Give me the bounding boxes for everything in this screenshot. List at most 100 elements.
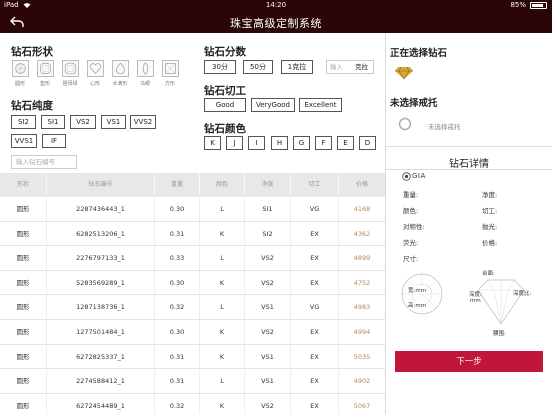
color-chip-g[interactable]: G xyxy=(293,136,310,150)
table-row[interactable]: 圆形 6272454489_1 0.32 K VS2 EX 5067 xyxy=(0,393,385,414)
table-cell: VS1 xyxy=(245,295,291,320)
next-step-button[interactable]: 下一步 xyxy=(395,351,543,372)
clarity-chip-vs1[interactable]: VS1 xyxy=(101,115,126,129)
shape-label: 马眼 xyxy=(139,81,150,87)
table-cell: VS1 xyxy=(245,344,291,369)
cut-chip-excellent[interactable]: Excellent xyxy=(299,98,342,112)
table-cell: 2276797133_1 xyxy=(47,246,155,271)
col-clarity: 净度 xyxy=(245,173,291,197)
shape-section-title: 钻石形状 xyxy=(11,46,53,58)
carat-input[interactable]: 输入 克拉 xyxy=(326,60,374,74)
table-row[interactable]: 圆形 6282513206_1 0.31 K SI2 EX 4362 xyxy=(0,221,385,247)
shape-option-cushion[interactable]: 垫形 xyxy=(34,60,56,87)
table-row[interactable]: 圆形 2274588412_1 0.31 L VS1 EX 4902 xyxy=(0,369,385,394)
cut-chip-verygood[interactable]: VeryGood xyxy=(251,98,295,112)
cushion-shape-icon xyxy=(36,60,54,77)
color-chip-f[interactable]: F xyxy=(315,136,332,150)
table-cell: SI2 xyxy=(245,221,291,246)
clarity-chip-vvs1[interactable]: VVS1 xyxy=(11,134,37,148)
diagram-depth-label: 深度: xyxy=(469,292,482,298)
table-cell: 0.32 xyxy=(155,393,200,414)
field-cut: 切工: xyxy=(482,207,498,215)
table-row[interactable]: 圆形 2287436443_1 0.30 L SI1 VG 4168 xyxy=(0,197,385,222)
table-cell: L xyxy=(200,246,245,271)
diamond-top-view-diagram xyxy=(401,273,443,315)
shape-option-emerald[interactable]: 祖母绿 xyxy=(59,60,81,87)
table-row[interactable]: 圆形 1287138736_1 0.32 L VS1 VG 4983 xyxy=(0,295,385,320)
table-cell: 5067 xyxy=(353,401,371,410)
table-cell: 2287436443_1 xyxy=(47,197,155,221)
color-chip-e[interactable]: E xyxy=(337,136,354,150)
color-chip-j[interactable]: J xyxy=(226,136,243,150)
table-row[interactable]: 圆形 5283569289_1 0.30 K VS2 EX 4752 xyxy=(0,270,385,296)
table-cell: 圆形 xyxy=(0,369,47,394)
round-shape-icon xyxy=(11,60,29,77)
clarity-chip-si1[interactable]: SI1 xyxy=(41,115,65,129)
field-polish: 抛光: xyxy=(482,223,498,231)
shape-option-princess[interactable]: 方形 xyxy=(159,60,181,87)
table-cell: 4902 xyxy=(353,377,371,386)
field-clarity: 净度: xyxy=(482,191,498,199)
carat-chip-30[interactable]: 30分 xyxy=(204,60,236,74)
color-chip-i[interactable]: I xyxy=(248,136,265,150)
shape-option-marquise[interactable]: 马眼 xyxy=(134,60,156,87)
color-section-title: 钻石颜色 xyxy=(204,123,246,135)
table-cell: 6282513206_1 xyxy=(47,221,155,246)
shape-label: 水滴形 xyxy=(112,81,128,87)
shape-option-pear[interactable]: 水滴形 xyxy=(109,60,131,87)
status-bar: iPad 14:20 85% xyxy=(0,0,552,11)
selection-panel: 正在选择钻石 未选择戒托 未选择戒托 钻石详情 GIA 重量: 净度: 颜色: … xyxy=(386,33,552,414)
col-cut: 切工 xyxy=(291,173,339,197)
carat-unit: 克拉 xyxy=(355,63,368,71)
shape-label: 垫形 xyxy=(39,81,50,87)
nav-bar: 珠宝高级定制系统 xyxy=(0,11,552,33)
clarity-chip-si2[interactable]: SI2 xyxy=(11,115,36,129)
field-fluorescence: 荧光: xyxy=(403,239,419,247)
field-weight: 重量: xyxy=(403,191,419,199)
table-cell: 4899 xyxy=(353,254,371,263)
clarity-chip-vvs2[interactable]: VVS2 xyxy=(130,115,156,129)
clarity-chip-vs2[interactable]: VS2 xyxy=(70,115,96,129)
table-cell: 0.32 xyxy=(155,295,200,320)
divider xyxy=(386,146,552,147)
table-cell: 圆形 xyxy=(0,246,47,271)
table-cell: 0.31 xyxy=(155,344,200,369)
table-cell: 圆形 xyxy=(0,344,47,369)
diagram-width-label: 宽:mm xyxy=(408,286,427,294)
battery-icon xyxy=(530,2,547,9)
table-cell: K xyxy=(200,221,245,246)
clarity-chip-if[interactable]: IF xyxy=(42,134,66,148)
table-row[interactable]: 圆形 2276797133_1 0.33 L VS2 EX 4899 xyxy=(0,246,385,271)
table-cell: 2274588412_1 xyxy=(47,369,155,394)
status-time: 14:20 xyxy=(265,1,287,9)
color-chip-k[interactable]: K xyxy=(204,136,221,150)
gia-seal-icon xyxy=(402,172,411,181)
cut-chip-good[interactable]: Good xyxy=(204,98,246,112)
field-color: 颜色: xyxy=(403,207,419,215)
diagram-girdle-label: 腰围: xyxy=(493,331,506,337)
diamond-code-input[interactable]: 输入钻石编号 xyxy=(11,155,77,169)
battery-percent: 85% xyxy=(510,1,526,9)
carat-chip-1ct[interactable]: 1克拉 xyxy=(281,60,313,74)
table-cell: 圆形 xyxy=(0,320,47,344)
gia-label: GIA xyxy=(412,172,426,180)
shape-label: 心形 xyxy=(89,81,100,87)
table-cell: 4168 xyxy=(353,205,371,213)
table-cell: K xyxy=(200,393,245,414)
table-cell: L xyxy=(200,369,245,394)
shape-option-round[interactable]: 圆形 xyxy=(9,60,31,87)
table-cell: EX xyxy=(291,221,339,246)
table-cell: EX xyxy=(291,344,339,369)
table-cell: 0.33 xyxy=(155,246,200,271)
ring-unselected-sub: 未选择戒托 xyxy=(428,123,461,131)
table-cell: 圆形 xyxy=(0,221,47,246)
color-chip-d[interactable]: D xyxy=(359,136,376,150)
table-row[interactable]: 圆形 6272825337_1 0.31 K VS1 EX 5035 xyxy=(0,344,385,370)
shape-option-heart[interactable]: 心形 xyxy=(84,60,106,87)
clarity-section-title: 钻石纯度 xyxy=(11,100,53,112)
shape-label: 圆形 xyxy=(14,81,25,87)
table-row[interactable]: 圆形 1277501484_1 0.30 K VS2 EX 4994 xyxy=(0,320,385,345)
carat-chip-50[interactable]: 50分 xyxy=(243,60,273,74)
ring-unselected-title: 未选择戒托 xyxy=(390,98,438,109)
color-chip-h[interactable]: H xyxy=(271,136,288,150)
